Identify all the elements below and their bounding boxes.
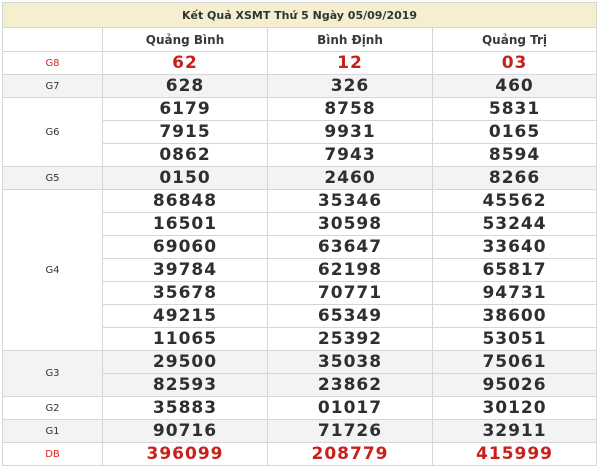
prize-label: G5 (2, 166, 103, 190)
result-number: 7943 (267, 143, 433, 167)
result-number: 0150 (102, 166, 268, 190)
prize-label: G6 (2, 97, 103, 167)
result-number: 326 (267, 74, 433, 98)
result-number: 65817 (431, 258, 598, 282)
prize-label: G3 (2, 350, 103, 397)
table-title: Kết Quả XSMT Thứ 5 Ngày 05/09/2019 (1, 2, 598, 28)
result-number: 65349 (267, 304, 433, 328)
result-number: 86848 (102, 189, 268, 213)
prize-label: G7 (2, 74, 103, 98)
prize-label: G2 (2, 396, 103, 420)
result-number: 62198 (267, 258, 433, 282)
result-row: G3 29500 35038 75061 (2, 350, 598, 397)
result-number: 29500 (102, 350, 268, 374)
result-number: 95026 (431, 373, 598, 397)
prize-column-header (2, 27, 103, 52)
result-number: 5831 (431, 97, 598, 121)
province-header: Quảng Bình (102, 27, 268, 52)
result-number: 9931 (267, 120, 433, 144)
result-number: 53051 (431, 327, 598, 351)
result-number: 70771 (267, 281, 433, 305)
result-number: 0862 (102, 143, 268, 167)
result-row: G1 90716 71726 32911 (2, 419, 598, 443)
result-number: 8266 (431, 166, 598, 190)
result-number: 628 (102, 74, 268, 98)
result-number: 82593 (102, 373, 268, 397)
result-number: 0165 (431, 120, 598, 144)
result-number: 35038 (267, 350, 433, 374)
result-number: 45562 (431, 189, 598, 213)
result-number: 35346 (267, 189, 433, 213)
result-number: 30120 (431, 396, 598, 420)
result-number: 12 (267, 51, 433, 75)
result-row: G4 86848 35346 45562 (2, 189, 598, 351)
result-number: 38600 (431, 304, 598, 328)
result-row: G7 628 326 460 (2, 74, 598, 98)
result-row: G6 6179 8758 5831 (2, 97, 598, 167)
result-row: G5 0150 2460 8266 (2, 166, 598, 190)
result-number: 16501 (102, 212, 268, 236)
result-number: 25392 (267, 327, 433, 351)
province-header: Bình Định (267, 27, 433, 52)
table-title-row: Kết Quả XSMT Thứ 5 Ngày 05/09/2019 (1, 2, 598, 28)
prize-label: G8 (2, 51, 103, 75)
result-number: 32911 (431, 419, 598, 443)
province-header: Quảng Trị (431, 27, 598, 52)
result-number: 01017 (267, 396, 433, 420)
lottery-results-table: Kết Quả XSMT Thứ 5 Ngày 05/09/2019 Quảng… (1, 2, 598, 466)
result-number: 2460 (267, 166, 433, 190)
result-number: 35883 (102, 396, 268, 420)
result-number: 69060 (102, 235, 268, 259)
result-number: 460 (431, 74, 598, 98)
prize-label: G4 (2, 189, 103, 351)
prize-label: G1 (2, 419, 103, 443)
result-number: 62 (102, 51, 268, 75)
result-number: 7915 (102, 120, 268, 144)
result-number: 39784 (102, 258, 268, 282)
result-number: 6179 (102, 97, 268, 121)
result-number: 53244 (431, 212, 598, 236)
result-number: 30598 (267, 212, 433, 236)
results-panel: Kết Quả XSMT Thứ 5 Ngày 05/09/2019 Quảng… (0, 0, 600, 466)
result-row: DB 396099 208779 415999 (2, 442, 598, 466)
result-number: 71726 (267, 419, 433, 443)
result-number: 63647 (267, 235, 433, 259)
result-number: 11065 (102, 327, 268, 351)
result-number: 8758 (267, 97, 433, 121)
province-header-row: Quảng Bình Bình Định Quảng Trị (2, 27, 598, 52)
result-number: 396099 (102, 442, 268, 466)
result-number: 94731 (431, 281, 598, 305)
result-number: 33640 (431, 235, 598, 259)
prize-label: DB (2, 442, 103, 466)
result-number: 23862 (267, 373, 433, 397)
result-number: 90716 (102, 419, 268, 443)
result-number: 208779 (267, 442, 433, 466)
result-row: G8 62 12 03 (2, 51, 598, 75)
result-number: 415999 (431, 442, 598, 466)
result-number: 75061 (431, 350, 598, 374)
result-number: 8594 (431, 143, 598, 167)
result-number: 03 (431, 51, 598, 75)
result-row: G2 35883 01017 30120 (2, 396, 598, 420)
result-number: 35678 (102, 281, 268, 305)
result-number: 49215 (102, 304, 268, 328)
